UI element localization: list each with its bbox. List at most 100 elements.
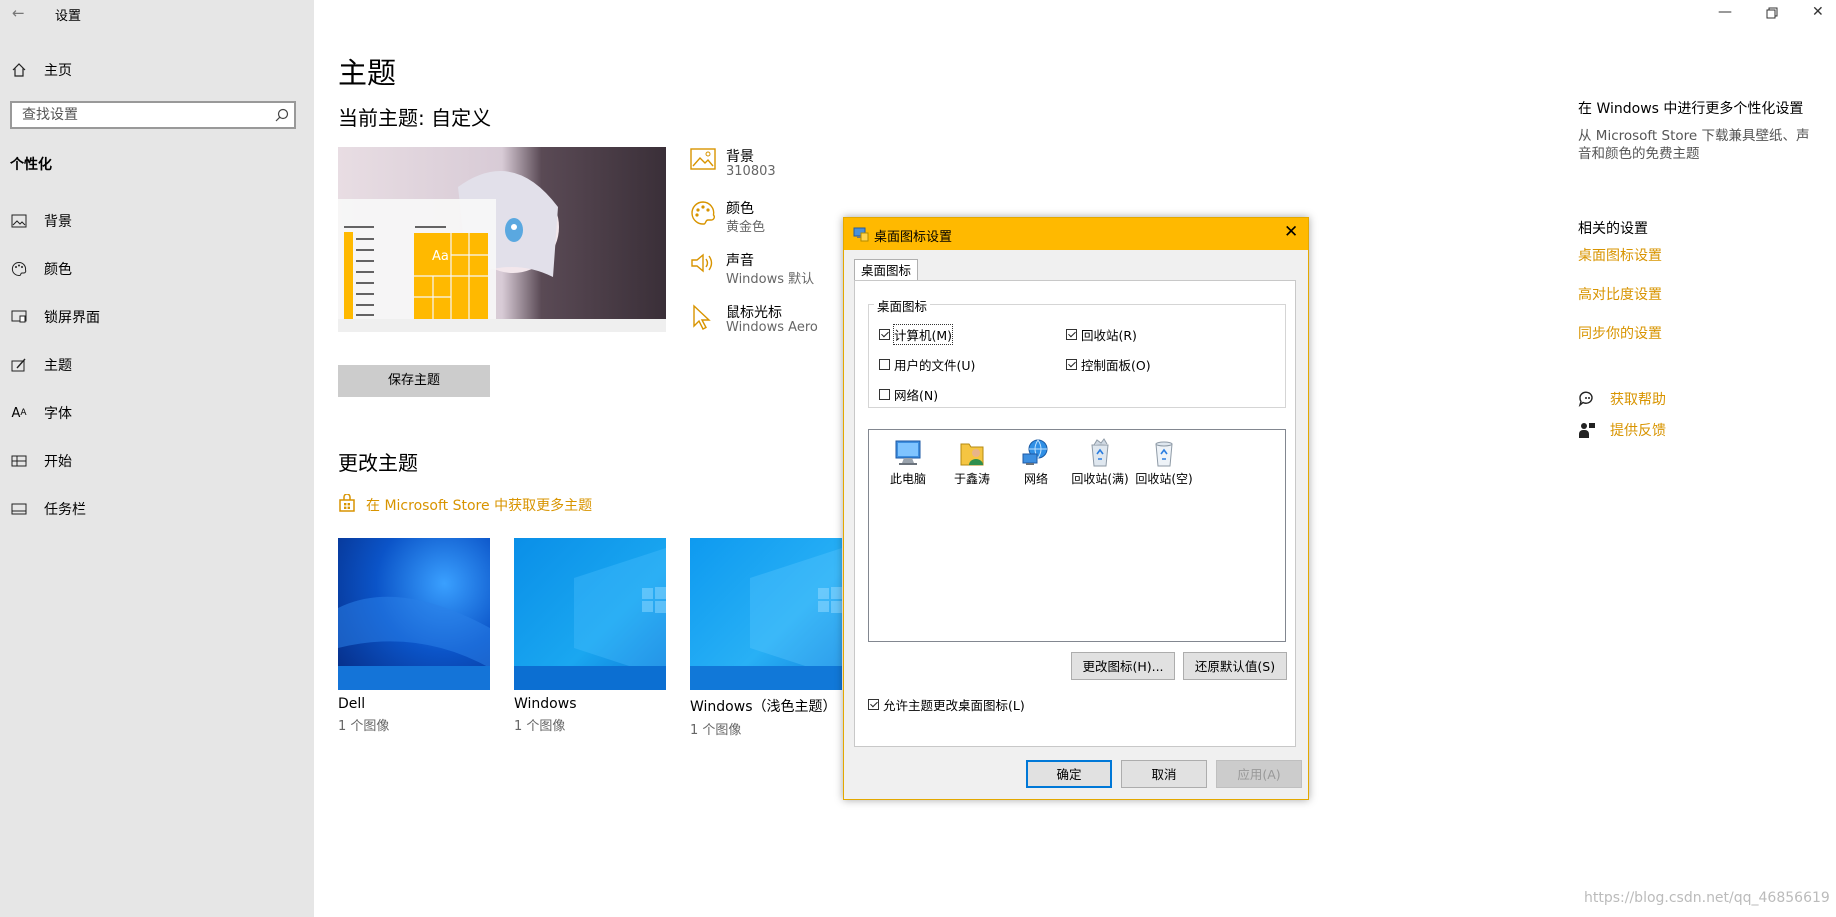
icon-label: 网络 bbox=[1023, 472, 1048, 486]
sidebar-item-background[interactable]: 背景 bbox=[0, 206, 314, 236]
prop-name: 声音 bbox=[726, 253, 754, 269]
section-title: 个性化 bbox=[10, 157, 52, 173]
theme-name: Dell bbox=[338, 696, 366, 712]
checkbox-box[interactable] bbox=[868, 699, 879, 710]
start-icon bbox=[10, 452, 28, 470]
feedback-label: 提供反馈 bbox=[1610, 423, 1666, 439]
sidebar-item-lock-screen[interactable]: 锁屏界面 bbox=[0, 302, 314, 332]
theme-card-dell[interactable]: Dell 1 个图像 bbox=[338, 538, 490, 734]
font-icon: AA bbox=[11, 405, 27, 421]
checkbox-control-panel[interactable]: 控制面板(O) bbox=[1066, 355, 1151, 374]
recycle-bin-empty-icon bbox=[1129, 438, 1199, 468]
checkbox-label: 允许主题更改桌面图标(L) bbox=[883, 698, 1025, 713]
icon-label: 于鑫涛 bbox=[953, 472, 990, 486]
checkbox-label: 控制面板(O) bbox=[1081, 358, 1151, 373]
feedback-icon bbox=[1578, 421, 1596, 439]
arrow-left-icon[interactable]: ← bbox=[12, 4, 25, 22]
checkbox-box[interactable] bbox=[879, 389, 890, 400]
network-icon bbox=[1001, 438, 1071, 468]
get-help-label: 获取帮助 bbox=[1610, 392, 1666, 408]
checkbox-box[interactable] bbox=[879, 329, 890, 340]
sidebar-item-label: 字体 bbox=[44, 406, 72, 422]
high-contrast-link[interactable]: 高对比度设置 bbox=[1578, 284, 1662, 304]
checkbox-box[interactable] bbox=[879, 359, 890, 370]
sidebar-item-label: 任务栏 bbox=[44, 502, 86, 518]
sidebar-item-label: 锁屏界面 bbox=[44, 310, 100, 326]
sidebar-item-home[interactable]: 主页 bbox=[0, 55, 314, 85]
theme-thumbnail bbox=[690, 538, 842, 690]
list-item[interactable]: 于鑫涛 bbox=[937, 438, 1007, 487]
tab-desktop-icons[interactable]: 桌面图标 bbox=[854, 259, 918, 282]
list-item[interactable]: 网络 bbox=[1001, 438, 1071, 487]
theme-card-windows[interactable]: Windows 1 个图像 bbox=[514, 538, 666, 734]
prop-name: 颜色 bbox=[726, 201, 754, 217]
current-theme-title: 当前主题: 自定义 bbox=[338, 106, 492, 130]
prop-value: 310803 bbox=[726, 164, 776, 179]
sidebar: ← 设置 主页 查找设置 个性化 背景 颜色 锁屏界面 主题 AA 字体 开始 … bbox=[0, 0, 314, 917]
close-icon[interactable]: ✕ bbox=[1812, 4, 1824, 20]
sidebar-item-label: 开始 bbox=[44, 454, 72, 470]
cancel-button[interactable]: 取消 bbox=[1121, 760, 1207, 788]
more-personalization-subtitle: 从 Microsoft Store 下载兼具壁纸、声音和颜色的免费主题 bbox=[1578, 128, 1810, 162]
feedback-link[interactable]: 提供反馈 bbox=[1578, 420, 1666, 440]
sidebar-item-themes[interactable]: 主题 bbox=[0, 350, 314, 380]
get-help-link[interactable]: 获取帮助 bbox=[1578, 389, 1666, 409]
theme-image-count: 1 个图像 bbox=[338, 719, 390, 734]
store-themes-link[interactable]: 在 Microsoft Store 中获取更多主题 bbox=[338, 493, 593, 516]
sidebar-item-label: 背景 bbox=[44, 214, 72, 230]
change-icon-button[interactable]: 更改图标(H)... bbox=[1071, 652, 1175, 680]
checkbox-box[interactable] bbox=[1066, 329, 1077, 340]
checkbox-label: 计算机(M) bbox=[892, 324, 954, 345]
checkbox-allow-themes[interactable]: 允许主题更改桌面图标(L) bbox=[868, 695, 1025, 714]
ok-button[interactable]: 确定 bbox=[1026, 760, 1112, 788]
list-item[interactable]: 回收站(空) bbox=[1129, 438, 1199, 487]
store-link-text: 在 Microsoft Store 中获取更多主题 bbox=[366, 498, 593, 514]
icon-label: 回收站(空) bbox=[1135, 472, 1193, 486]
picture-icon bbox=[690, 148, 716, 174]
speaker-icon bbox=[690, 252, 716, 278]
checkbox-box[interactable] bbox=[1066, 359, 1077, 370]
desktop-icon-settings-link[interactable]: 桌面图标设置 bbox=[1578, 245, 1662, 265]
checkbox-label: 用户的文件(U) bbox=[894, 358, 976, 373]
dialog-app-icon bbox=[853, 226, 869, 246]
sidebar-item-taskbar[interactable]: 任务栏 bbox=[0, 494, 314, 524]
group-label: 桌面图标 bbox=[874, 296, 931, 315]
sidebar-item-colors[interactable]: 颜色 bbox=[0, 254, 314, 284]
sidebar-item-start[interactable]: 开始 bbox=[0, 446, 314, 476]
preview-tile-text: Aa bbox=[432, 249, 449, 264]
close-icon[interactable]: ✕ bbox=[1284, 222, 1298, 242]
checkbox-network[interactable]: 网络(N) bbox=[879, 385, 938, 404]
save-theme-button[interactable]: 保存主题 bbox=[338, 365, 490, 397]
related-settings-title: 相关的设置 bbox=[1578, 221, 1648, 237]
search-icon[interactable] bbox=[275, 107, 289, 126]
help-chat-icon bbox=[1578, 390, 1596, 408]
cursor-icon bbox=[690, 304, 716, 330]
user-folder-icon bbox=[937, 438, 1007, 468]
theme-name: Windows bbox=[514, 696, 577, 712]
theme-icon bbox=[10, 356, 28, 374]
sync-settings-link[interactable]: 同步你的设置 bbox=[1578, 323, 1662, 343]
checkbox-user-files[interactable]: 用户的文件(U) bbox=[879, 355, 975, 374]
list-item[interactable]: 此电脑 bbox=[873, 438, 943, 487]
search-input[interactable]: 查找设置 bbox=[10, 101, 296, 129]
minimize-icon[interactable]: — bbox=[1718, 4, 1732, 20]
watermark: https://blog.csdn.net/qq_46856619 bbox=[1584, 890, 1830, 906]
prop-value: Windows Aero bbox=[726, 320, 818, 335]
list-item[interactable]: 回收站(满) bbox=[1065, 438, 1135, 487]
checkbox-recycle-bin[interactable]: 回收站(R) bbox=[1066, 325, 1137, 344]
sidebar-item-label: 颜色 bbox=[44, 262, 72, 278]
theme-thumbnail bbox=[338, 538, 490, 690]
icon-list[interactable]: 此电脑 于鑫涛 网络 回收站(满) 回收站(空) bbox=[868, 429, 1286, 642]
desktop-icon-settings-dialog: 桌面图标设置 ✕ 桌面图标 桌面图标 计算机(M) 回收站(R) 用户的文件(U… bbox=[843, 217, 1309, 800]
apply-button[interactable]: 应用(A) bbox=[1216, 760, 1302, 788]
prop-name: 背景 bbox=[726, 149, 754, 165]
sidebar-item-fonts[interactable]: AA 字体 bbox=[0, 398, 314, 428]
theme-card-windows-light[interactable]: Windows（浅色主题） 1 个图像 bbox=[690, 538, 842, 738]
restore-icon[interactable] bbox=[1766, 4, 1778, 23]
checkbox-label: 回收站(R) bbox=[1081, 328, 1137, 343]
prop-name: 鼠标光标 bbox=[726, 305, 782, 321]
theme-image-count: 1 个图像 bbox=[514, 719, 566, 734]
home-icon bbox=[10, 61, 28, 79]
restore-default-button[interactable]: 还原默认值(S) bbox=[1183, 652, 1287, 680]
checkbox-computer[interactable]: 计算机(M) bbox=[879, 324, 954, 345]
